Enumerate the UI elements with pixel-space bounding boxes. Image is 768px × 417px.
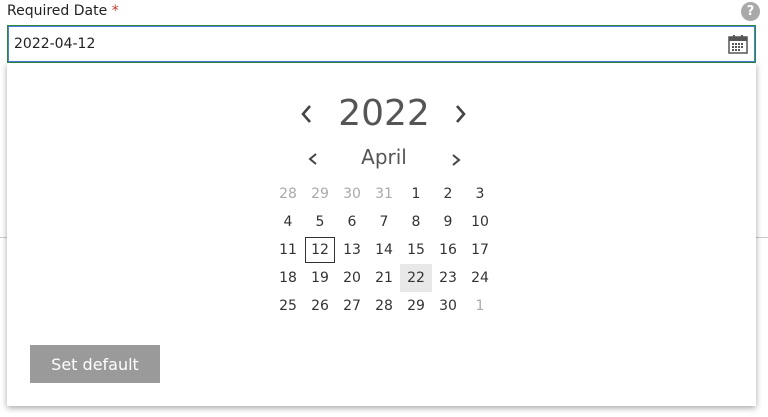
day-cell-selected[interactable]: 12 — [305, 237, 335, 263]
day-cell[interactable]: 3 — [464, 180, 496, 208]
date-picker-popup: 2022 April 28 29 30 31 1 2 3 4 5 6 7 8 9 10 11 12 13 14 15… — [7, 63, 756, 406]
day-cell[interactable]: 30 — [432, 292, 464, 320]
day-cell[interactable]: 6 — [336, 208, 368, 236]
field-label: Required Date * — [7, 3, 119, 19]
day-cell[interactable]: 26 — [304, 292, 336, 320]
background-divider — [0, 237, 7, 238]
field-label-text: Required Date — [7, 3, 108, 19]
required-marker: * — [111, 3, 119, 19]
month-nav: April — [304, 143, 464, 173]
day-cell[interactable]: 29 — [304, 180, 336, 208]
day-cell[interactable]: 18 — [272, 264, 304, 292]
day-cell[interactable]: 14 — [368, 236, 400, 264]
calendar-icon[interactable] — [728, 34, 748, 54]
day-cell[interactable]: 29 — [400, 292, 432, 320]
day-cell[interactable]: 5 — [304, 208, 336, 236]
next-month-button[interactable] — [448, 152, 464, 168]
day-grid: 28 29 30 31 1 2 3 4 5 6 7 8 9 10 11 12 13 14 15 16 17 18 19 20 2… — [272, 180, 496, 320]
day-cell[interactable]: 4 — [272, 208, 304, 236]
day-cell[interactable]: 1 — [464, 292, 496, 320]
help-icon-glyph: ? — [746, 4, 755, 19]
year-nav: 2022 — [284, 89, 484, 137]
day-cell[interactable]: 24 — [464, 264, 496, 292]
background-divider — [756, 237, 768, 238]
day-cell[interactable]: 25 — [272, 292, 304, 320]
chevron-right-icon — [452, 154, 461, 166]
day-cell[interactable]: 16 — [432, 236, 464, 264]
day-cell[interactable]: 13 — [336, 236, 368, 264]
day-cell[interactable]: 23 — [432, 264, 464, 292]
date-input[interactable] — [14, 26, 714, 62]
day-cell[interactable]: 15 — [400, 236, 432, 264]
day-cell[interactable]: 19 — [304, 264, 336, 292]
day-cell[interactable]: 31 — [368, 180, 400, 208]
day-cell[interactable]: 10 — [464, 208, 496, 236]
set-default-button[interactable]: Set default — [30, 345, 160, 383]
day-cell[interactable]: 9 — [432, 208, 464, 236]
day-cell[interactable]: 27 — [336, 292, 368, 320]
day-cell-today[interactable]: 22 — [400, 264, 432, 292]
chevron-right-icon — [456, 105, 466, 123]
day-cell[interactable]: 11 — [272, 236, 304, 264]
day-cell[interactable]: 8 — [400, 208, 432, 236]
help-icon[interactable]: ? — [741, 2, 760, 21]
day-cell[interactable]: 7 — [368, 208, 400, 236]
day-cell[interactable]: 2 — [432, 180, 464, 208]
day-cell[interactable]: 20 — [336, 264, 368, 292]
day-cell[interactable]: 1 — [400, 180, 432, 208]
date-field — [7, 25, 756, 63]
day-cell[interactable]: 28 — [272, 180, 304, 208]
next-year-button[interactable] — [449, 103, 471, 125]
day-cell[interactable]: 21 — [368, 264, 400, 292]
day-cell[interactable]: 28 — [368, 292, 400, 320]
day-cell[interactable]: 30 — [336, 180, 368, 208]
month-label[interactable]: April — [304, 145, 464, 169]
day-cell[interactable]: 17 — [464, 236, 496, 264]
